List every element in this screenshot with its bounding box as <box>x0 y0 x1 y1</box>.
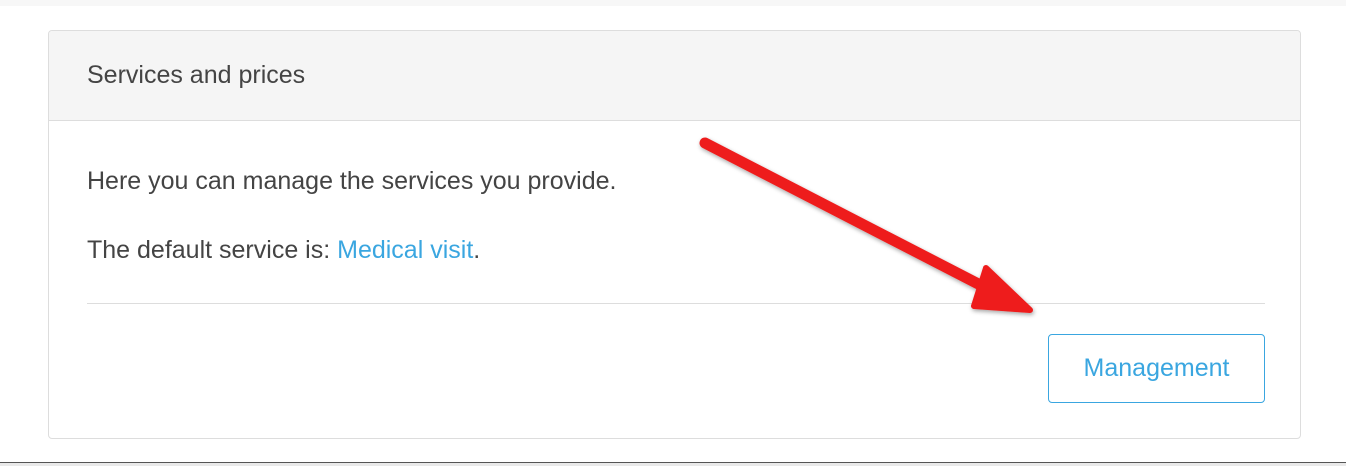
divider <box>87 303 1265 304</box>
default-service-line: The default service is: Medical visit. <box>87 236 480 265</box>
management-button[interactable]: Management <box>1048 334 1265 403</box>
default-service-link[interactable]: Medical visit <box>337 236 473 264</box>
services-panel: Services and prices Here you can manage … <box>48 30 1301 439</box>
panel-title: Services and prices <box>87 61 306 89</box>
panel-description: Here you can manage the services you pro… <box>87 167 617 195</box>
panel-body: Here you can manage the services you pro… <box>49 121 1300 438</box>
default-service-suffix: . <box>473 236 481 264</box>
top-strip <box>0 0 1346 6</box>
panel-heading: Services and prices <box>49 31 1300 121</box>
bottom-line <box>0 462 1346 463</box>
default-service-prefix: The default service is: <box>87 236 338 264</box>
